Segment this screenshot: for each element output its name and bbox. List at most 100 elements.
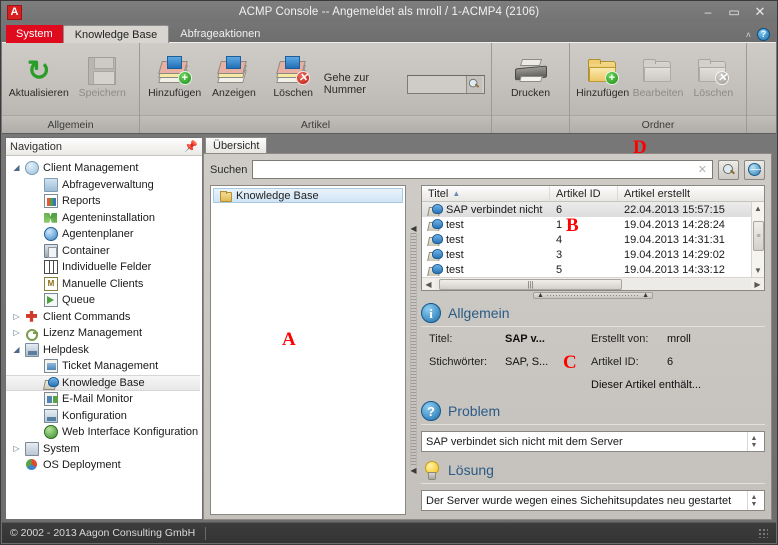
artikel-loeschen-button[interactable]: ✕ Löschen [265, 48, 322, 100]
sidebar-item-queue[interactable]: Queue [6, 292, 202, 309]
web-search-button[interactable] [744, 159, 765, 180]
grid-detail-splitter[interactable]: ▲ ▲ [421, 291, 765, 300]
column-header-artikel-erstellt[interactable]: Artikel erstellt [618, 186, 764, 201]
table-row[interactable]: test 1 19.04.2013 14:28:24 [422, 217, 764, 232]
chevron-up-icon[interactable]: ˄ [746, 30, 751, 40]
sidebar-item-web-interface-konfiguration[interactable]: Web Interface Konfiguration [6, 424, 202, 441]
expand-toggle-icon[interactable]: ◢ [12, 164, 21, 172]
help-icon[interactable]: ? [757, 28, 770, 41]
grid-hscroll-thumb[interactable]: ||| [439, 278, 623, 290]
problem-spin-down-icon[interactable]: ▼ [751, 442, 758, 449]
ordner-bearbeiten-button[interactable]: Bearbeiten [631, 48, 684, 100]
vertical-splitter[interactable]: ◀ ◀ [409, 185, 418, 515]
sidebar-item-container[interactable]: Container [6, 243, 202, 260]
column-header-titel[interactable]: Titel ▲ [422, 186, 550, 201]
column-header-artikel-id[interactable]: Artikel ID [550, 186, 618, 201]
search-input-wrapper[interactable]: ✕ [252, 160, 713, 179]
tab-knowledge-base[interactable]: Knowledge Base [62, 25, 170, 43]
grid-horizontal-scrollbar[interactable]: ◀ ||| ▶ [422, 277, 764, 290]
minimize-icon[interactable]: – [695, 2, 721, 22]
helpdesk-icon [25, 342, 39, 357]
ribbon-group-allgemein: ↻ Aktualisieren Speichern Allgemein [2, 43, 140, 133]
scroll-down-icon[interactable]: ▼ [752, 264, 764, 277]
sidebar-item-system[interactable]: ▷ System [6, 441, 202, 458]
expand-toggle-icon[interactable]: ◢ [12, 345, 21, 354]
goto-number-input[interactable] [409, 78, 466, 90]
loesung-section: Lösung Der Server wurde wegen eines Sich… [421, 457, 765, 511]
resize-grip-icon[interactable] [758, 528, 768, 538]
folder-tree-panel[interactable]: Knowledge Base [210, 185, 406, 515]
sidebar-item-client-management[interactable]: ◢ Client Management [6, 160, 202, 177]
scroll-up-icon[interactable]: ▲ [752, 202, 764, 215]
goto-number-input-wrapper[interactable] [406, 74, 485, 94]
loesung-spin-up-icon[interactable]: ▲ [751, 494, 758, 501]
close-icon[interactable]: ✕ [747, 2, 773, 22]
sidebar-item-individuelle-felder[interactable]: Individuelle Felder [6, 259, 202, 276]
navigation-tree[interactable]: ◢ Client Management Abfrageverwaltung Repor… [6, 156, 202, 497]
loesung-spin-down-icon[interactable]: ▼ [751, 501, 758, 508]
loesung-textbox[interactable]: Der Server wurde wegen eines Sichehitsup… [421, 490, 765, 511]
sidebar-item-agentenplaner[interactable]: Agentenplaner [6, 226, 202, 243]
refresh-button[interactable]: ↻ Aktualisieren [8, 48, 70, 100]
folder-tree-root[interactable]: Knowledge Base [213, 188, 403, 203]
sidebar-item-reports[interactable]: Reports [6, 193, 202, 210]
tab-uebersicht[interactable]: Übersicht [205, 137, 268, 153]
sidebar-item-agenteninstallation[interactable]: Agenteninstallation [6, 210, 202, 227]
sidebar-item-label: Agentenplaner [62, 228, 134, 241]
splitter-collapse-right-icon[interactable]: ◀ [410, 467, 416, 475]
table-row[interactable]: test 3 19.04.2013 14:29:02 [422, 247, 764, 262]
pin-icon[interactable]: 📌 [184, 140, 198, 153]
sidebar-item-helpdesk[interactable]: ◢ Helpdesk [6, 342, 202, 359]
search-button[interactable] [718, 159, 739, 180]
sidebar-item-label: E-Mail Monitor [62, 393, 133, 406]
sidebar-item-os-deployment[interactable]: OS Deployment [6, 457, 202, 474]
sidebar-item-ticket-management[interactable]: Ticket Management [6, 358, 202, 375]
search-label: Suchen [210, 163, 248, 176]
query-icon [44, 177, 58, 192]
grid-detail-splitter-bar[interactable]: ▲ ▲ [533, 292, 653, 299]
grid-vertical-scrollbar[interactable]: ▲ ≡ ▼ [751, 202, 764, 277]
search-input[interactable] [256, 163, 696, 176]
table-row[interactable]: SAP verbindet nicht 6 22.04.2013 15:57:15 [422, 202, 764, 217]
expand-toggle-icon[interactable]: ▷ [12, 312, 21, 321]
grid-vscroll-track[interactable]: ≡ [752, 215, 764, 264]
problem-textbox[interactable]: SAP verbindet sich nicht mit dem Server … [421, 431, 765, 452]
cell-artikel-erstellt: 19.04.2013 14:33:12 [624, 263, 725, 276]
maximize-icon[interactable]: ▭ [721, 2, 747, 22]
sidebar-item-e-mail-monitor[interactable]: E-Mail Monitor [6, 391, 202, 408]
grid-vscroll-thumb[interactable]: ≡ [753, 221, 764, 251]
cell-artikel-erstellt: 22.04.2013 15:57:15 [624, 203, 725, 216]
artikel-hinzufuegen-button[interactable]: + Hinzufügen [146, 48, 203, 100]
ribbon-group-spacer [747, 43, 776, 133]
tab-system[interactable]: System [6, 25, 63, 43]
articles-grid-rows[interactable]: SAP verbindet nicht 6 22.04.2013 15:57:15 t… [422, 202, 764, 277]
sidebar-item-lizenz-management[interactable]: ▷ Lizenz Management [6, 325, 202, 342]
sidebar-item-konfiguration[interactable]: Konfiguration [6, 408, 202, 425]
sidebar-item-abfrageverwaltung[interactable]: Abfrageverwaltung [6, 177, 202, 194]
table-row[interactable]: test 5 19.04.2013 14:33:12 [422, 262, 764, 277]
expand-toggle-icon[interactable]: ▷ [12, 444, 21, 453]
sidebar-item-knowledge-base[interactable]: Knowledge Base [6, 374, 200, 391]
goto-number-search-icon[interactable] [465, 75, 482, 93]
clear-icon[interactable]: ✕ [696, 163, 709, 176]
articles-grid[interactable]: Titel ▲ Artikel ID Artikel erstellt SAP … [421, 185, 765, 291]
expand-toggle-icon[interactable]: ▷ [12, 329, 21, 337]
scroll-left-icon[interactable]: ◀ [422, 280, 435, 289]
drucken-button[interactable]: Drucken [500, 48, 562, 100]
save-button[interactable]: Speichern [72, 48, 134, 100]
problem-spinner[interactable]: ▲ ▼ [747, 432, 760, 451]
grid-hscroll-track[interactable]: ||| [435, 278, 751, 290]
ordner-hinzufuegen-button[interactable]: + Hinzufügen [576, 48, 629, 100]
splitter-collapse-left-icon[interactable]: ◀ [410, 225, 416, 233]
problem-spin-up-icon[interactable]: ▲ [751, 435, 758, 442]
column-header-artikel-erstellt-label: Artikel erstellt [624, 187, 691, 200]
scroll-right-icon[interactable]: ▶ [751, 280, 764, 289]
splitter-grip[interactable] [410, 233, 417, 467]
sidebar-item-manuelle-clients[interactable]: M Manuelle Clients [6, 276, 202, 293]
sidebar-item-client-commands[interactable]: ▷ Client Commands [6, 309, 202, 326]
ordner-loeschen-button[interactable]: ✕ Löschen [687, 48, 740, 100]
table-row[interactable]: test 4 19.04.2013 14:31:31 [422, 232, 764, 247]
tab-abfrageaktionen[interactable]: Abfrageaktionen [169, 25, 271, 43]
loesung-spinner[interactable]: ▲ ▼ [747, 491, 760, 510]
artikel-anzeigen-button[interactable]: Anzeigen [205, 48, 262, 100]
